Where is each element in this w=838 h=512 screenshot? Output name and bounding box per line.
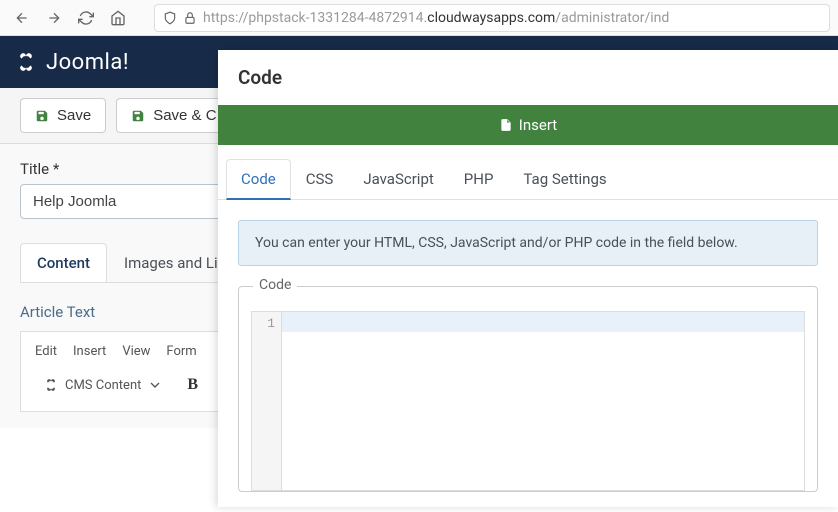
line-number: 1	[258, 316, 275, 331]
chevron-down-icon	[147, 377, 163, 393]
lock-icon	[183, 11, 197, 25]
cms-content-dropdown[interactable]: CMS Content	[35, 373, 171, 397]
tab-code[interactable]: Code	[226, 159, 291, 200]
code-modal: Code Insert Code CSS JavaScript PHP Tag …	[218, 50, 838, 507]
browser-toolbar: https://phpstack-1331284-4872914.cloudwa…	[0, 0, 838, 36]
modal-tabs: Code CSS JavaScript PHP Tag Settings	[218, 145, 838, 200]
save-icon	[35, 109, 49, 123]
save-close-button[interactable]: Save & C	[116, 98, 231, 133]
shield-icon	[163, 11, 177, 25]
insert-button[interactable]: Insert	[218, 105, 838, 145]
tab-css[interactable]: CSS	[291, 159, 349, 199]
arrow-left-icon	[14, 10, 30, 26]
reload-button[interactable]	[72, 4, 100, 32]
home-icon	[110, 10, 126, 26]
menu-insert[interactable]: Insert	[73, 344, 106, 359]
joomla-small-icon	[43, 377, 59, 393]
home-button[interactable]	[104, 4, 132, 32]
save-icon	[131, 109, 145, 123]
bold-button[interactable]: B	[181, 374, 204, 396]
arrow-right-icon	[46, 10, 62, 26]
menu-format[interactable]: Form	[166, 344, 196, 359]
info-message: You can enter your HTML, CSS, JavaScript…	[238, 220, 818, 266]
tab-php[interactable]: PHP	[449, 159, 509, 199]
menu-view[interactable]: View	[122, 344, 150, 359]
file-import-icon	[499, 118, 513, 132]
tab-tag-settings[interactable]: Tag Settings	[508, 159, 621, 199]
reload-icon	[78, 10, 94, 26]
forward-button[interactable]	[40, 4, 68, 32]
code-legend: Code	[253, 277, 297, 293]
active-line	[282, 312, 804, 332]
back-button[interactable]	[8, 4, 36, 32]
tab-javascript[interactable]: JavaScript	[348, 159, 448, 199]
tab-content[interactable]: Content	[20, 243, 107, 282]
menu-edit[interactable]: Edit	[35, 344, 57, 359]
modal-body: You can enter your HTML, CSS, JavaScript…	[218, 200, 838, 512]
brand-name: Joomla!	[46, 50, 129, 75]
save-button[interactable]: Save	[20, 98, 106, 133]
code-fieldset: Code 1	[238, 286, 818, 492]
code-editor[interactable]: 1	[251, 311, 805, 491]
modal-title: Code	[218, 50, 838, 105]
line-gutter: 1	[252, 312, 282, 490]
code-lines[interactable]	[282, 312, 804, 490]
joomla-logo-icon	[14, 50, 38, 74]
address-bar[interactable]: https://phpstack-1331284-4872914.cloudwa…	[154, 4, 830, 32]
url-text: https://phpstack-1331284-4872914.cloudwa…	[203, 10, 669, 26]
